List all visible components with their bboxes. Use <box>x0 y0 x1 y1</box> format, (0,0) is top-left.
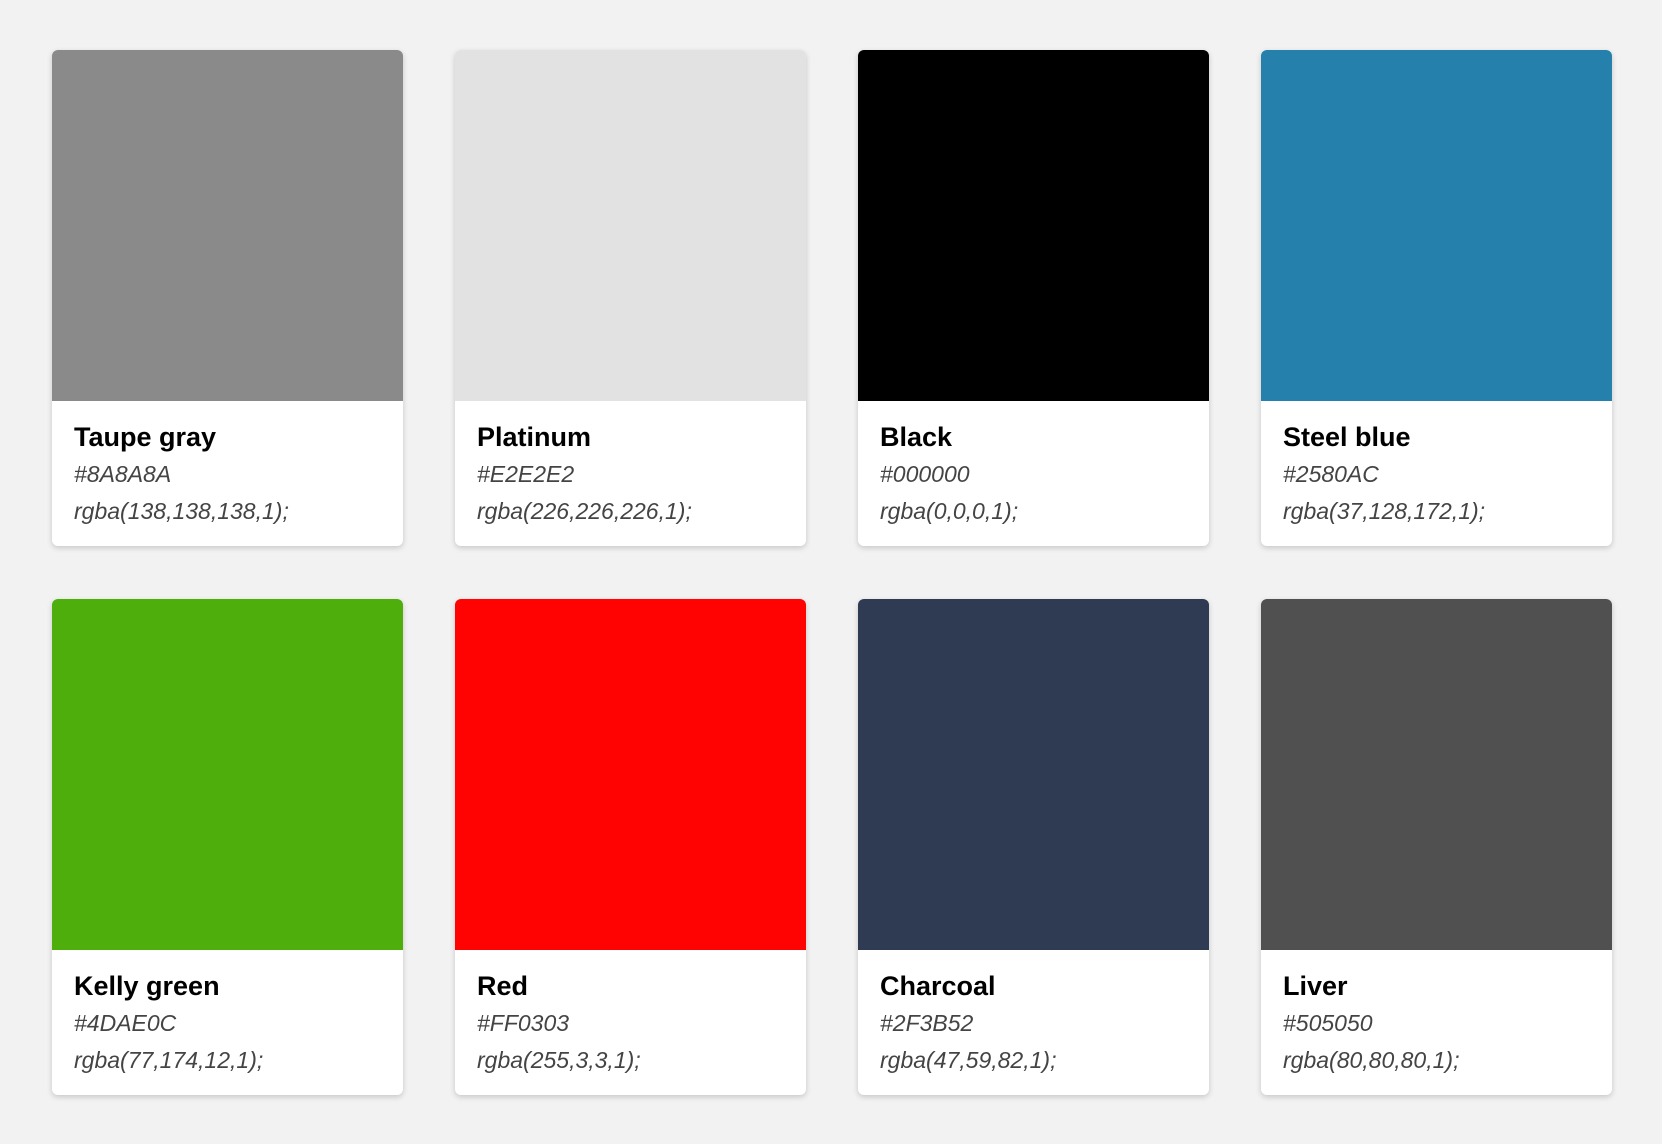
color-swatch <box>1261 50 1612 401</box>
color-card[interactable]: Black #000000 rgba(0,0,0,1); <box>858 50 1209 546</box>
color-info: Platinum #E2E2E2 rgba(226,226,226,1); <box>455 401 806 526</box>
color-card[interactable]: Platinum #E2E2E2 rgba(226,226,226,1); <box>455 50 806 546</box>
color-name: Taupe gray <box>74 422 217 452</box>
color-info: Steel blue #2580AC rgba(37,128,172,1); <box>1261 401 1612 526</box>
color-info: Red #FF0303 rgba(255,3,3,1); <box>455 950 806 1075</box>
color-rgba: rgba(77,174,12,1); <box>74 1047 264 1073</box>
color-swatch <box>52 50 403 401</box>
color-rgba: rgba(0,0,0,1); <box>880 498 1019 524</box>
color-info: Liver #505050 rgba(80,80,80,1); <box>1261 950 1612 1075</box>
color-info: Kelly green #4DAE0C rgba(77,174,12,1); <box>52 950 403 1075</box>
color-rgba: rgba(138,138,138,1); <box>74 498 289 524</box>
color-name: Platinum <box>477 422 592 452</box>
color-swatch <box>455 599 806 950</box>
color-name: Red <box>477 971 529 1001</box>
color-info: Black #000000 rgba(0,0,0,1); <box>858 401 1209 526</box>
color-hex: #FF0303 <box>477 1010 570 1036</box>
color-rgba: rgba(80,80,80,1); <box>1283 1047 1460 1073</box>
color-card[interactable]: Taupe gray #8A8A8A rgba(138,138,138,1); <box>52 50 403 546</box>
color-name: Liver <box>1283 971 1348 1001</box>
color-swatch <box>455 50 806 401</box>
color-swatch <box>1261 599 1612 950</box>
color-name: Kelly green <box>74 971 220 1001</box>
color-hex: #E2E2E2 <box>477 461 575 487</box>
color-info: Taupe gray #8A8A8A rgba(138,138,138,1); <box>52 401 403 526</box>
color-card[interactable]: Kelly green #4DAE0C rgba(77,174,12,1); <box>52 599 403 1095</box>
color-name: Charcoal <box>880 971 996 1001</box>
color-palette: Taupe gray #8A8A8A rgba(138,138,138,1); … <box>0 0 1662 1144</box>
color-swatch <box>858 599 1209 950</box>
color-rgba: rgba(255,3,3,1); <box>477 1047 641 1073</box>
color-card[interactable]: Liver #505050 rgba(80,80,80,1); <box>1261 599 1612 1095</box>
color-hex: #2580AC <box>1283 461 1379 487</box>
color-swatch <box>52 599 403 950</box>
color-info: Charcoal #2F3B52 rgba(47,59,82,1); <box>858 950 1209 1075</box>
color-hex: #000000 <box>880 461 970 487</box>
color-name: Black <box>880 422 953 452</box>
color-hex: #2F3B52 <box>880 1010 974 1036</box>
color-card[interactable]: Steel blue #2580AC rgba(37,128,172,1); <box>1261 50 1612 546</box>
color-card[interactable]: Charcoal #2F3B52 rgba(47,59,82,1); <box>858 599 1209 1095</box>
color-card[interactable]: Red #FF0303 rgba(255,3,3,1); <box>455 599 806 1095</box>
color-hex: #4DAE0C <box>74 1010 177 1036</box>
color-hex: #8A8A8A <box>74 461 172 487</box>
color-rgba: rgba(47,59,82,1); <box>880 1047 1057 1073</box>
color-rgba: rgba(37,128,172,1); <box>1283 498 1486 524</box>
color-swatch <box>858 50 1209 401</box>
color-name: Steel blue <box>1283 422 1411 452</box>
color-hex: #505050 <box>1283 1010 1373 1036</box>
color-rgba: rgba(226,226,226,1); <box>477 498 692 524</box>
